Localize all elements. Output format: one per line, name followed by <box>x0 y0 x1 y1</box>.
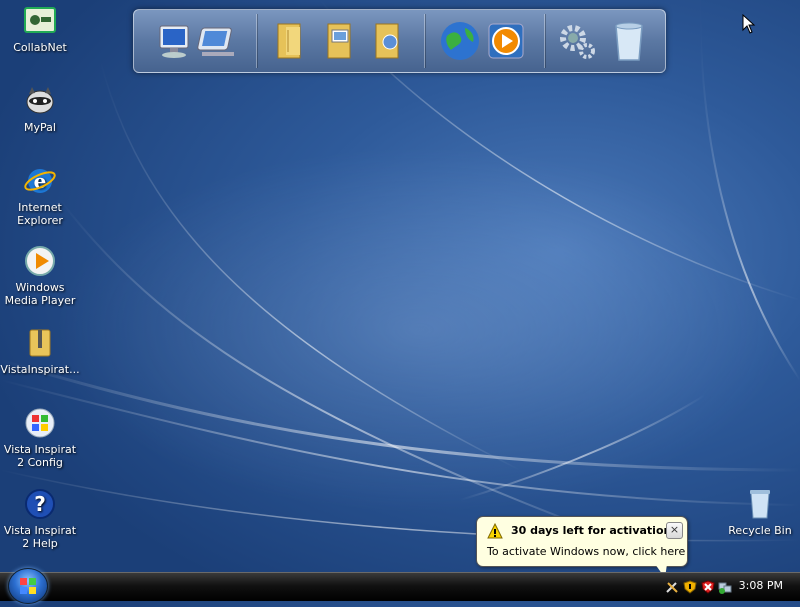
desktop-icon-internet-explorer[interactable]: e Internet Explorer <box>0 164 80 227</box>
dock-separator <box>544 14 545 68</box>
collabnet-icon <box>23 4 57 38</box>
desktop-icon-collabnet[interactable]: CollabNet <box>0 4 80 54</box>
zip-folder-icon <box>23 326 57 360</box>
desktop-icon-label: Vista Inspirat 2 Config <box>3 443 77 469</box>
desktop-icon-label: MyPal <box>24 121 56 134</box>
pictures-folder-icon[interactable] <box>318 18 364 64</box>
desktop-icon-recycle-bin[interactable]: Recycle Bin <box>720 487 800 537</box>
svg-text:?: ? <box>34 492 46 516</box>
dock-separator <box>256 14 257 68</box>
media-player-icon <box>23 244 57 278</box>
music-folder-icon[interactable] <box>366 18 412 64</box>
network-status-icon[interactable] <box>718 579 732 594</box>
desktop-icon-label: VistaInspirat... <box>0 363 80 376</box>
balloon-title: 30 days left for activation <box>511 524 672 537</box>
security-shield-icon[interactable] <box>683 579 697 594</box>
tools-icon[interactable] <box>665 579 679 593</box>
folder-icon[interactable] <box>268 18 314 64</box>
desktop-icon-vistainspirat-folder[interactable]: VistaInspirat... <box>0 326 80 376</box>
desktop-icon-label: Vista Inspirat 2 Help <box>3 524 77 550</box>
desktop-icon-vista-inspirat-help[interactable]: ? Vista Inspirat 2 Help <box>0 487 80 550</box>
computer-icon[interactable] <box>150 18 196 64</box>
mouse-cursor-icon <box>742 13 756 34</box>
start-button[interactable] <box>8 568 48 604</box>
desktop-icon-label: CollabNet <box>13 41 67 54</box>
desktop-icon-label: Internet Explorer <box>17 201 63 227</box>
security-alert-icon[interactable] <box>701 579 715 594</box>
network-icon[interactable] <box>196 18 242 64</box>
recycle-bin-icon <box>743 487 777 521</box>
raccoon-icon <box>23 84 57 118</box>
dock-bar <box>133 9 666 73</box>
desktop-icon-mypal[interactable]: MyPal <box>0 84 80 134</box>
desktop-icon-windows-media-player[interactable]: Windows Media Player <box>0 244 80 307</box>
desktop-icon-label: Recycle Bin <box>728 524 792 537</box>
settings-gears-icon[interactable] <box>554 18 600 64</box>
media-player-icon[interactable] <box>483 18 529 64</box>
windows-logo-icon <box>23 406 57 440</box>
wallpaper-swoosh <box>0 0 800 542</box>
taskbar-clock[interactable]: 3:08 PM <box>739 579 783 592</box>
activation-notification-balloon[interactable]: 30 days left for activation To activate … <box>476 516 688 567</box>
warning-icon <box>487 522 503 539</box>
windows-logo-icon <box>20 578 36 594</box>
desktop-icon-vista-inspirat-config[interactable]: Vista Inspirat 2 Config <box>0 406 80 469</box>
recycle-bin-icon[interactable] <box>606 18 652 64</box>
balloon-close-button[interactable]: × <box>666 522 683 539</box>
help-icon: ? <box>23 487 57 521</box>
desktop-icon-label: Windows Media Player <box>4 281 76 307</box>
internet-explorer-icon: e <box>23 164 57 198</box>
globe-icon[interactable] <box>437 18 483 64</box>
dock-separator <box>424 14 425 68</box>
balloon-message[interactable]: To activate Windows now, click here <box>487 545 685 558</box>
